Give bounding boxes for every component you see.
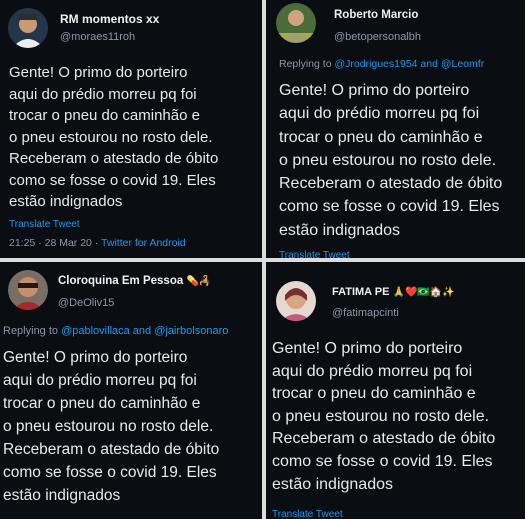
name-emoji: 🙏❤️🇧🇷🏠✨	[392, 287, 455, 298]
replying-to: Replying to @pablovillaca and @jairbolso…	[3, 325, 228, 337]
translate-tweet-link[interactable]: Translate Tweet	[279, 250, 350, 258]
replying-to: Replying to @Jrodrigues1954 and @Leomfr	[279, 58, 484, 70]
avatar[interactable]	[8, 270, 48, 310]
display-name-text: Cloroquina Em Pessoa	[58, 275, 184, 287]
tweet-text: Gente! O primo do porteiro aqui do prédi…	[9, 64, 219, 210]
handle[interactable]: @moraes11roh	[60, 31, 135, 43]
replying-to-label: Replying to	[3, 325, 62, 337]
display-name[interactable]: RM momentos xx	[60, 12, 159, 26]
tweet-card-rm-momentos: RM momentos xx @moraes11roh Gente! O pri…	[0, 0, 262, 258]
replying-to-handles[interactable]: @pablovillaca and @jairbolsonaro	[61, 325, 228, 337]
avatar[interactable]	[276, 281, 316, 321]
avatar[interactable]	[276, 3, 316, 43]
display-name-text: FATIMA PE	[332, 286, 390, 298]
display-name[interactable]: Roberto Marcio	[334, 9, 418, 21]
tweet-card-roberto-marcio: Roberto Marcio @betopersonalbh Replying …	[266, 0, 525, 258]
avatar[interactable]	[8, 8, 48, 48]
handle[interactable]: @fatimapcinti	[332, 307, 399, 319]
display-name[interactable]: Cloroquina Em Pessoa 💊🦂	[58, 275, 211, 287]
replying-to-handles[interactable]: @Jrodrigues1954 and @Leomfr	[334, 58, 484, 70]
tweet-text: Gente! O primo do porteiro aqui do prédi…	[272, 340, 496, 493]
replying-to-label: Replying to	[279, 58, 335, 70]
display-name[interactable]: FATIMA PE 🙏❤️🇧🇷🏠✨	[332, 286, 455, 298]
handle[interactable]: @betopersonalbh	[334, 31, 421, 43]
tweet-card-cloroquina: Cloroquina Em Pessoa 💊🦂 @DeOliv15 Replyi…	[0, 262, 262, 519]
tweet-meta: 21:25 · 28 Mar 20 · Twitter for Android	[9, 237, 186, 249]
timestamp: 21:25 · 28 Mar 20 ·	[9, 237, 102, 249]
translate-tweet-link[interactable]: Translate Tweet	[9, 219, 80, 230]
handle[interactable]: @DeOliv15	[58, 297, 114, 309]
tweet-text: Gente! O primo do porteiro aqui do prédi…	[279, 82, 503, 239]
name-emoji: 💊🦂	[186, 276, 212, 287]
tweet-text: Gente! O primo do porteiro aqui do prédi…	[3, 349, 220, 504]
tweet-source[interactable]: Twitter for Android	[101, 237, 186, 249]
tweet-card-fatima: FATIMA PE 🙏❤️🇧🇷🏠✨ @fatimapcinti Gente! O…	[266, 262, 525, 519]
translate-tweet-link[interactable]: Translate Tweet	[272, 509, 343, 519]
